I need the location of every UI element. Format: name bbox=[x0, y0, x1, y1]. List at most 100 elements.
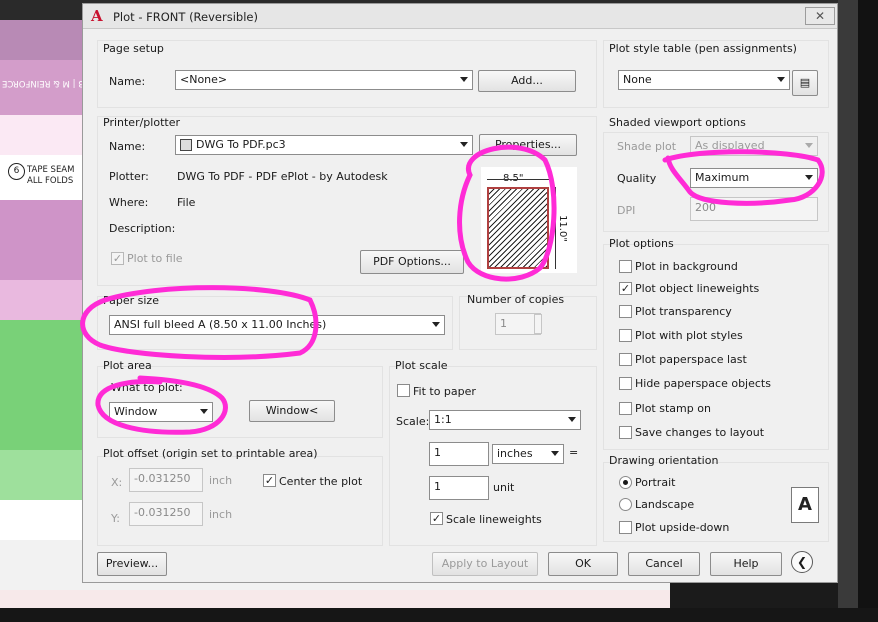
paper-size-select[interactable]: ANSI full bleed A (8.50 x 11.00 Inches) bbox=[109, 315, 445, 335]
what-to-plot-label: What to plot: bbox=[111, 381, 183, 394]
plot-stamp-on-label: Plot stamp on bbox=[635, 402, 711, 415]
plot-with-plot-styles-checkbox[interactable] bbox=[619, 329, 632, 342]
portrait-label: Portrait bbox=[635, 476, 676, 489]
printer-name-value: DWG To PDF.pc3 bbox=[196, 138, 286, 151]
page-setup-name-select[interactable]: <None> bbox=[175, 70, 473, 90]
scale-label: Scale: bbox=[396, 415, 430, 428]
preview-height-label: 11.0" bbox=[556, 215, 568, 242]
plot-object-lineweights-label: Plot object lineweights bbox=[635, 282, 760, 295]
plot-stamp-on-checkbox[interactable] bbox=[619, 402, 632, 415]
paper-preview-sheet bbox=[487, 187, 549, 269]
cancel-button[interactable]: Cancel bbox=[628, 552, 700, 576]
add-page-setup-button[interactable]: Add... bbox=[478, 70, 576, 92]
app-right-edge bbox=[858, 0, 878, 622]
plot-style-select[interactable]: None bbox=[618, 70, 790, 90]
drawing-band-white: 6 TAPE SEAM ALL FOLDS bbox=[0, 155, 90, 200]
drawing-orientation-label: Drawing orientation bbox=[609, 454, 719, 467]
scale-units-select[interactable]: inches bbox=[492, 444, 564, 464]
plot-paperspace-last-checkbox[interactable] bbox=[619, 353, 632, 366]
center-plot-checkbox[interactable]: ✓ bbox=[263, 474, 276, 487]
drawing-band-white-2 bbox=[0, 500, 90, 540]
save-changes-to-layout-label: Save changes to layout bbox=[635, 426, 765, 439]
edit-plot-style-button[interactable]: ▤ bbox=[792, 70, 818, 96]
plot-in-background-label: Plot in background bbox=[635, 260, 738, 273]
dialog-titlebar[interactable]: A Plot - FRONT (Reversible) ✕ bbox=[83, 4, 837, 29]
app-right-panel bbox=[838, 0, 858, 610]
plot-transparency-label: Plot transparency bbox=[635, 305, 732, 318]
drawing-unit-label: unit bbox=[493, 481, 515, 494]
plot-in-background-checkbox[interactable] bbox=[619, 260, 632, 273]
chevron-down-icon bbox=[777, 77, 785, 82]
scale-drawing-units-input[interactable]: 1 bbox=[429, 476, 489, 500]
drawing-band-purple-2 bbox=[0, 200, 90, 280]
plot-to-file-label: Plot to file bbox=[127, 252, 183, 265]
plot-upside-down-label: Plot upside-down bbox=[635, 521, 730, 534]
scale-select[interactable]: 1:1 bbox=[429, 410, 581, 430]
chevron-down-icon bbox=[805, 175, 813, 180]
fit-to-paper-label: Fit to paper bbox=[413, 385, 476, 398]
printer-plotter-label: Printer/plotter bbox=[103, 116, 180, 129]
quality-select[interactable]: Maximum bbox=[690, 168, 818, 188]
plot-scale-label: Plot scale bbox=[395, 359, 448, 372]
paper-size-label: Paper size bbox=[103, 294, 159, 307]
hide-paperspace-objects-checkbox[interactable] bbox=[619, 377, 632, 390]
properties-button[interactable]: Properties... bbox=[479, 134, 577, 156]
plot-options-label: Plot options bbox=[609, 237, 674, 250]
plot-upside-down-checkbox[interactable] bbox=[619, 521, 632, 534]
chevron-down-icon bbox=[551, 451, 559, 456]
drawing-step-label-2: ALL FOLDS bbox=[27, 176, 74, 186]
page-setup-name-value: <None> bbox=[180, 73, 228, 86]
offset-x-input[interactable]: -0.031250 bbox=[129, 468, 203, 492]
drawing-step-label-1: TAPE SEAM bbox=[27, 165, 75, 175]
collapse-options-icon[interactable]: ❮ bbox=[791, 551, 813, 573]
portrait-page-icon: A bbox=[791, 487, 819, 523]
scale-paper-units-input[interactable]: 1 bbox=[429, 442, 489, 466]
plot-dialog: A Plot - FRONT (Reversible) ✕ Page setup… bbox=[82, 3, 838, 583]
dialog-title: Plot - FRONT (Reversible) bbox=[113, 10, 258, 24]
preview-width-dimline bbox=[487, 179, 549, 180]
copies-spinner[interactable] bbox=[534, 314, 542, 334]
plot-paperspace-last-label: Plot paperspace last bbox=[635, 353, 747, 366]
offset-y-input[interactable]: -0.031250 bbox=[129, 502, 203, 526]
plot-transparency-checkbox[interactable] bbox=[619, 305, 632, 318]
plot-object-lineweights-checkbox[interactable]: ✓ bbox=[619, 282, 632, 295]
app-bottom-strip bbox=[0, 608, 878, 622]
what-to-plot-select[interactable]: Window bbox=[109, 402, 213, 422]
window-pick-button[interactable]: Window< bbox=[249, 400, 335, 422]
where-label: Where: bbox=[109, 196, 149, 209]
landscape-label: Landscape bbox=[635, 498, 695, 511]
drawing-bottom-strip bbox=[0, 590, 670, 608]
offset-y-label: Y: bbox=[111, 512, 120, 525]
offset-x-unit: inch bbox=[209, 474, 233, 487]
pdf-options-button[interactable]: PDF Options... bbox=[360, 250, 464, 274]
plot-area-label: Plot area bbox=[103, 359, 152, 372]
preview-height-dimline bbox=[555, 187, 556, 269]
equals-sign: = bbox=[569, 446, 579, 459]
shaded-viewport-label: Shaded viewport options bbox=[609, 116, 746, 129]
ok-button[interactable]: OK bbox=[548, 552, 618, 576]
plot-style-value: None bbox=[623, 73, 652, 86]
hide-paperspace-objects-label: Hide paperspace objects bbox=[635, 377, 771, 390]
close-button[interactable]: ✕ bbox=[805, 7, 835, 25]
fit-to-paper-checkbox[interactable] bbox=[397, 384, 410, 397]
plot-to-file-checkbox[interactable]: ✓ bbox=[111, 252, 124, 265]
apply-to-layout-button[interactable]: Apply to Layout bbox=[432, 552, 538, 576]
scale-lineweights-checkbox[interactable]: ✓ bbox=[430, 512, 443, 525]
plotter-value: DWG To PDF - PDF ePlot - by Autodesk bbox=[177, 170, 388, 183]
save-changes-to-layout-checkbox[interactable] bbox=[619, 426, 632, 439]
dpi-label: DPI bbox=[617, 204, 636, 217]
portrait-radio[interactable] bbox=[619, 476, 632, 489]
autocad-logo-icon: A bbox=[91, 7, 103, 25]
center-plot-label: Center the plot bbox=[279, 475, 363, 488]
landscape-radio[interactable] bbox=[619, 498, 632, 511]
paper-size-value: ANSI full bleed A (8.50 x 11.00 Inches) bbox=[114, 318, 327, 331]
help-button[interactable]: Help bbox=[710, 552, 782, 576]
printer-name-select[interactable]: DWG To PDF.pc3 bbox=[175, 135, 473, 155]
description-label: Description: bbox=[109, 222, 176, 235]
drawing-step-number: 6 bbox=[8, 163, 25, 180]
where-value: File bbox=[177, 196, 196, 209]
preview-button[interactable]: Preview... bbox=[97, 552, 167, 576]
drawing-band-light bbox=[0, 115, 90, 155]
dpi-input[interactable]: 200 bbox=[690, 197, 818, 221]
shade-plot-select[interactable]: As displayed bbox=[690, 136, 818, 156]
